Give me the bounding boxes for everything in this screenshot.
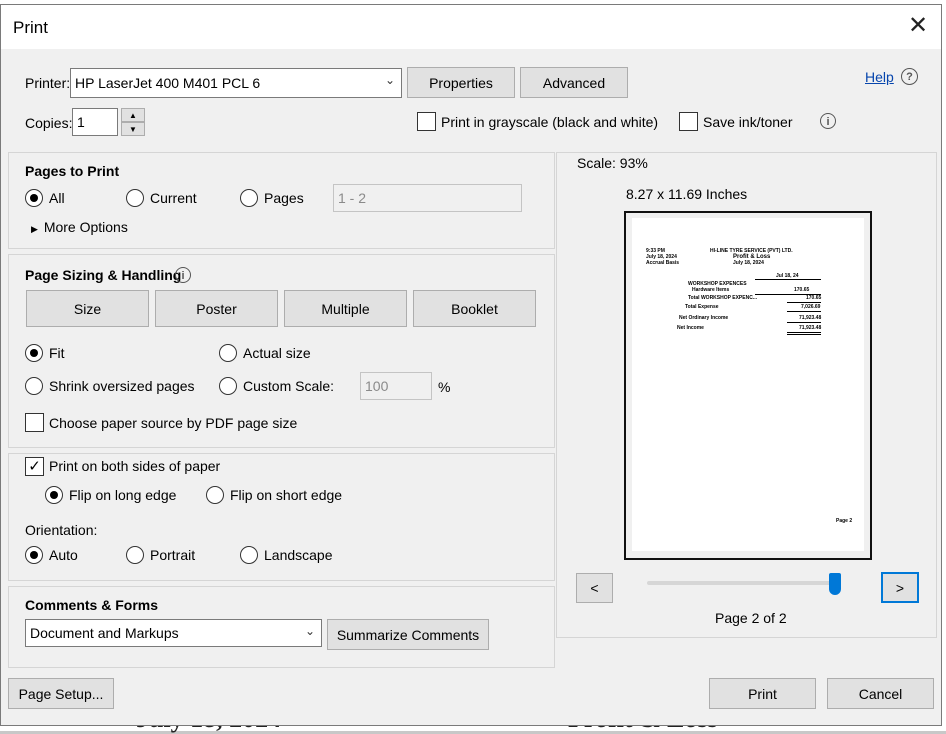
page-slider-track[interactable] — [647, 581, 841, 585]
preview-basis: Accrual Basis — [646, 260, 680, 266]
landscape-label: Landscape — [264, 547, 333, 563]
orientation-label: Orientation: — [25, 522, 98, 538]
preview-row-label: Hardware Items — [692, 287, 730, 293]
preview-row-label: Net Income — [677, 325, 704, 331]
next-page-button[interactable]: > — [881, 572, 919, 603]
current-radio[interactable] — [126, 189, 144, 207]
triangle-right-icon: ▶ — [31, 224, 38, 234]
dialog-title: Print — [13, 18, 48, 37]
info-icon[interactable]: i — [820, 113, 836, 129]
grayscale-label: Print in grayscale (black and white) — [441, 114, 659, 130]
page-sizing-title: Page Sizing & Handling — [25, 267, 182, 283]
long-edge-radio[interactable] — [45, 486, 63, 504]
page-slider-thumb[interactable] — [829, 573, 841, 595]
all-radio[interactable] — [25, 189, 43, 207]
actual-size-radio[interactable] — [219, 344, 237, 362]
chevron-down-icon: ⌄ — [304, 624, 315, 638]
preview-row-label: Total WORKSHOP EXPENC... — [688, 295, 757, 301]
preview-row-label: Net Ordinary Income — [679, 315, 729, 321]
page-setup-button[interactable]: Page Setup... — [8, 678, 114, 709]
chevron-down-icon: ⌄ — [384, 73, 395, 87]
preview-row-label: Total Expense — [685, 304, 719, 310]
custom-scale-input[interactable]: 100 — [360, 372, 432, 400]
both-sides-checkbox[interactable]: ✓ — [25, 457, 44, 476]
preview-row-value: 71,923.48 — [799, 325, 822, 331]
preview-rule — [787, 322, 821, 323]
preview-footer: Page 2 — [836, 518, 853, 524]
preview-rule — [787, 332, 821, 333]
portrait-radio[interactable] — [126, 546, 144, 564]
help-icon[interactable]: ? — [901, 68, 918, 85]
print-button[interactable]: Print — [709, 678, 816, 709]
more-options-toggle[interactable]: ▶ More Options — [31, 219, 128, 235]
copies-input[interactable]: 1 — [72, 108, 118, 136]
pages-radio[interactable] — [240, 189, 258, 207]
summarize-comments-button[interactable]: Summarize Comments — [327, 619, 489, 650]
cancel-button[interactable]: Cancel — [827, 678, 934, 709]
portrait-label: Portrait — [150, 547, 196, 563]
short-edge-label: Flip on short edge — [230, 487, 343, 503]
advanced-button[interactable]: Advanced — [520, 67, 628, 98]
preview-report-date: July 18, 2024 — [733, 260, 764, 266]
shrink-radio[interactable] — [25, 377, 43, 395]
auto-label: Auto — [49, 547, 78, 563]
scale-label: Scale: 93% — [577, 155, 648, 171]
preview-row-value: 170.65 — [794, 287, 810, 293]
copies-up-button[interactable]: ▲ — [121, 108, 145, 122]
size-tab-button[interactable]: Size — [26, 290, 149, 327]
auto-radio[interactable] — [25, 546, 43, 564]
preview-rule — [787, 311, 821, 312]
print-dialog: Print ✕ Printer: HP LaserJet 400 M401 PC… — [0, 4, 942, 726]
actual-size-label: Actual size — [243, 345, 311, 361]
properties-button[interactable]: Properties — [407, 67, 515, 98]
printer-value: HP LaserJet 400 M401 PCL 6 — [75, 75, 261, 91]
paper-source-label: Choose paper source by PDF page size — [49, 415, 298, 431]
printer-label: Printer: — [25, 75, 71, 91]
fit-label: Fit — [49, 345, 65, 361]
paper-size-label: 8.27 x 11.69 Inches — [626, 186, 748, 202]
save-ink-checkbox[interactable] — [679, 112, 698, 131]
comments-value: Document and Markups — [30, 625, 179, 641]
previous-page-button[interactable]: < — [576, 573, 613, 603]
all-label: All — [49, 190, 65, 206]
copies-label: Copies: — [25, 115, 73, 131]
booklet-tab-button[interactable]: Booklet — [413, 290, 536, 327]
copies-down-button[interactable]: ▼ — [121, 122, 145, 136]
pages-to-print-title: Pages to Print — [25, 163, 120, 179]
preview-rule — [787, 334, 821, 335]
landscape-radio[interactable] — [240, 546, 258, 564]
preview-rule — [787, 302, 821, 303]
short-edge-radio[interactable] — [206, 486, 224, 504]
preview-row-value: 7,026.69 — [801, 304, 821, 310]
printer-select[interactable]: HP LaserJet 400 M401 PCL 6 ⌄ — [70, 68, 402, 98]
more-options-label: More Options — [43, 219, 128, 235]
pages-label: Pages — [264, 190, 304, 206]
page-preview: 9:33 PM July 18, 2024 Accrual Basis HI-L… — [624, 211, 872, 560]
save-ink-label: Save ink/toner — [703, 114, 793, 130]
grayscale-checkbox[interactable] — [417, 112, 436, 131]
multiple-tab-button[interactable]: Multiple — [284, 290, 407, 327]
info-icon[interactable]: i — [175, 267, 191, 283]
preview-row-value: 170.65 — [806, 295, 822, 301]
page-indicator: Page 2 of 2 — [715, 610, 787, 626]
preview-row-value: 71,923.48 — [799, 315, 822, 321]
fit-radio[interactable] — [25, 344, 43, 362]
both-sides-label: Print on both sides of paper — [49, 458, 221, 474]
preview-sheet: 9:33 PM July 18, 2024 Accrual Basis HI-L… — [632, 218, 864, 551]
preview-rule — [755, 279, 821, 280]
shrink-label: Shrink oversized pages — [49, 378, 195, 394]
help-link[interactable]: Help — [865, 69, 894, 85]
current-label: Current — [150, 190, 197, 206]
comments-select[interactable]: Document and Markups ⌄ — [25, 619, 322, 647]
long-edge-label: Flip on long edge — [69, 487, 177, 503]
custom-scale-label: Custom Scale: — [243, 378, 335, 394]
pages-range-input[interactable]: 1 - 2 — [333, 184, 522, 212]
percent-label: % — [438, 379, 451, 395]
close-icon[interactable]: ✕ — [906, 14, 930, 39]
poster-tab-button[interactable]: Poster — [155, 290, 278, 327]
comments-title: Comments & Forms — [25, 597, 159, 613]
paper-source-checkbox[interactable] — [25, 413, 44, 432]
title-bar: Print ✕ — [1, 5, 941, 49]
custom-scale-radio[interactable] — [219, 377, 237, 395]
